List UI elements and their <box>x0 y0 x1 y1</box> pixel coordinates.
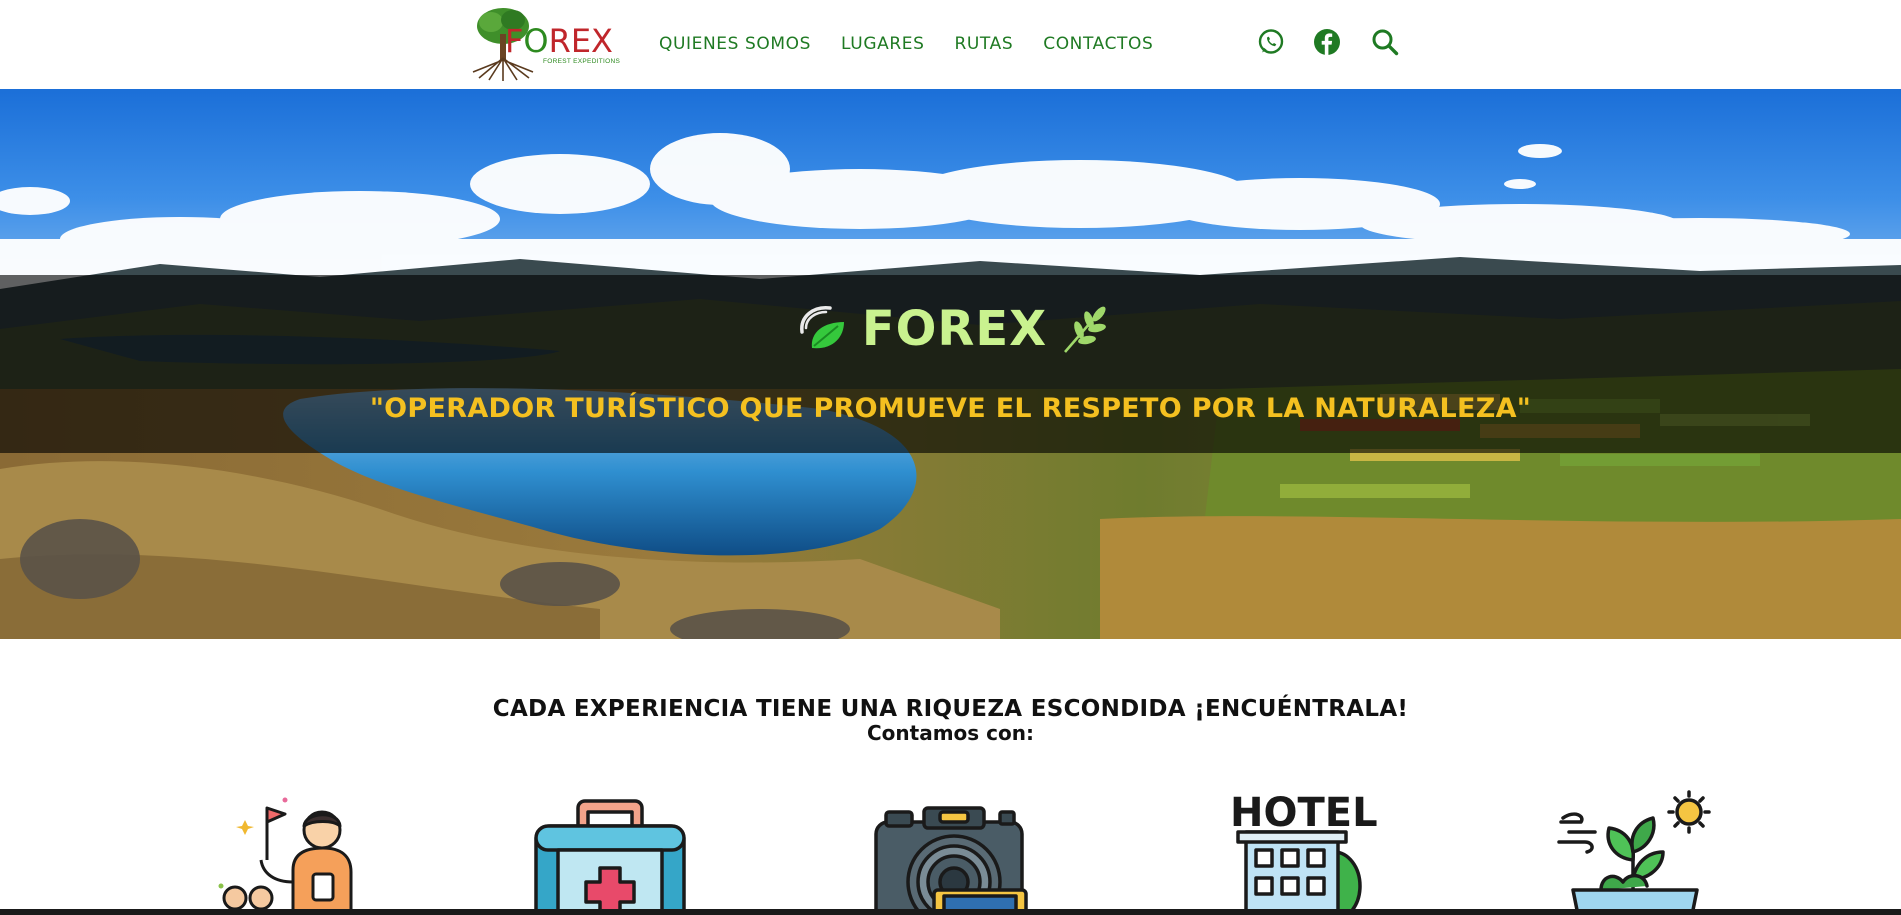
hero-tagline: "OPERADOR TURÍSTICO QUE PROMUEVE EL RESP… <box>369 393 1532 424</box>
search-icon[interactable] <box>1371 28 1399 56</box>
nav-quienes-somos[interactable]: QUIENES SOMOS <box>659 33 811 55</box>
logo[interactable]: FOREX FOREST EXPEDITIONS <box>467 4 620 82</box>
facebook-icon[interactable] <box>1313 28 1341 56</box>
hotel-icon-label: HOTEL <box>1230 790 1378 836</box>
eco-plant-icon <box>1557 790 1711 915</box>
camera-icon <box>874 806 1028 915</box>
nav-rutas[interactable]: RUTAS <box>954 33 1013 55</box>
nav-lugares[interactable]: LUGARES <box>841 33 924 55</box>
hero-brand: FOREX <box>0 301 1901 357</box>
nav-contactos[interactable]: CONTACTOS <box>1043 33 1153 55</box>
hotel-icon: HOTEL <box>1230 790 1378 915</box>
guide-icon <box>218 797 353 915</box>
hero-brand-text: FOREX <box>861 301 1048 357</box>
logo-wordmark: FOREX <box>505 22 613 60</box>
page-bottom-strip <box>0 909 1901 915</box>
site-header: FOREX FOREST EXPEDITIONS QUIENES SOMOS L… <box>0 0 1901 89</box>
logo-subtitle: FOREST EXPEDITIONS <box>543 58 621 65</box>
hero-banner: FOREX "OPERADOR TURÍSTICO QUE PROMUEVE E… <box>0 89 1901 639</box>
section-subhead: Contamos con: <box>867 721 1034 745</box>
main-nav: QUIENES SOMOS LUGARES RUTAS CONTACTOS <box>659 33 1183 55</box>
leaf-branch-icon <box>1064 306 1107 353</box>
whatsapp-icon[interactable] <box>1257 28 1285 56</box>
leaf-swirl-icon <box>800 306 844 349</box>
first-aid-kit-icon <box>534 799 686 915</box>
